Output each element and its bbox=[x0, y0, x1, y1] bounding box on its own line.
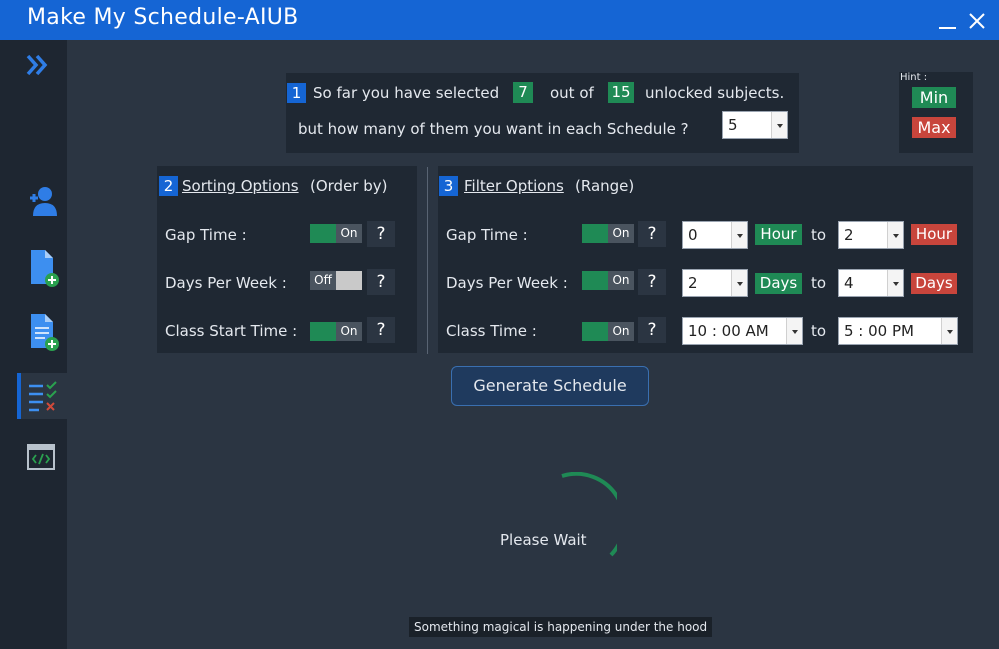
gap-time-max-select[interactable]: 2 bbox=[838, 221, 904, 249]
subjects-per-schedule-value: 5 bbox=[728, 116, 738, 134]
range-to-label: to bbox=[811, 322, 827, 340]
gap-time-min-select[interactable]: 0 bbox=[682, 221, 748, 249]
sidebar bbox=[0, 40, 67, 649]
selection-middle: out of bbox=[550, 84, 594, 102]
sort-days-per-week-toggle[interactable]: Off bbox=[310, 271, 362, 290]
class-time-start-select[interactable]: 10 : 00 AM bbox=[682, 317, 803, 345]
hint-label: Hint : bbox=[900, 72, 928, 83]
sort-gap-time-label: Gap Time : bbox=[165, 226, 247, 244]
selection-suffix: unlocked subjects. bbox=[645, 84, 785, 102]
sidebar-item-code[interactable] bbox=[17, 436, 67, 482]
new-document-icon bbox=[31, 250, 59, 287]
sidebar-item-add-student[interactable] bbox=[17, 178, 67, 224]
filter-class-time-toggle[interactable]: On bbox=[582, 322, 634, 341]
class-time-end-select[interactable]: 5 : 00 PM bbox=[838, 317, 958, 345]
chevron-down-icon bbox=[731, 222, 747, 248]
days-per-week-min-value: 2 bbox=[688, 274, 698, 292]
days-per-week-min-unit: Days bbox=[755, 273, 802, 294]
status-note: Something magical is happening under the… bbox=[409, 617, 713, 637]
sort-gap-time-help-button[interactable]: ? bbox=[367, 221, 395, 247]
sorting-options-title[interactable]: Sorting Options bbox=[182, 177, 299, 195]
add-user-icon bbox=[30, 187, 57, 216]
chevron-down-icon bbox=[887, 270, 903, 296]
chevron-down-icon bbox=[941, 318, 957, 344]
filter-class-time-help-button[interactable]: ? bbox=[638, 317, 666, 343]
filter-days-per-week-help-button[interactable]: ? bbox=[638, 269, 666, 295]
sorting-options-subtitle: (Order by) bbox=[310, 177, 388, 195]
sort-class-start-time-help-button[interactable]: ? bbox=[367, 317, 395, 343]
section-number: 1 bbox=[287, 83, 306, 103]
filter-options-panel: 3 Filter Options (Range) Gap Time : On ?… bbox=[438, 166, 973, 353]
filter-options-title[interactable]: Filter Options bbox=[464, 177, 564, 195]
filter-class-time-label: Class Time : bbox=[446, 322, 537, 340]
total-count: 15 bbox=[608, 82, 634, 103]
minimize-button[interactable] bbox=[936, 10, 958, 32]
chevron-down-icon bbox=[771, 112, 787, 138]
days-per-week-min-select[interactable]: 2 bbox=[682, 269, 748, 297]
gap-time-max-value: 2 bbox=[844, 226, 854, 244]
range-to-label: to bbox=[811, 226, 827, 244]
days-per-week-max-value: 4 bbox=[844, 274, 854, 292]
filter-days-per-week-label: Days Per Week : bbox=[446, 274, 568, 292]
generate-schedule-button[interactable]: Generate Schedule bbox=[451, 366, 649, 406]
sidebar-item-new-file[interactable] bbox=[17, 242, 67, 288]
class-time-end-value: 5 : 00 PM bbox=[844, 322, 914, 340]
hint-min-badge: Min bbox=[912, 87, 956, 108]
window-title: Make My Schedule-AIUB bbox=[27, 5, 299, 30]
close-icon bbox=[969, 13, 985, 29]
filter-days-per-week-toggle[interactable]: On bbox=[582, 271, 634, 290]
class-time-start-value: 10 : 00 AM bbox=[688, 322, 769, 340]
subjects-per-schedule-select[interactable]: 5 bbox=[722, 111, 788, 139]
days-per-week-max-select[interactable]: 4 bbox=[838, 269, 904, 297]
hint-max-badge: Max bbox=[912, 117, 956, 138]
section-number: 3 bbox=[439, 176, 458, 196]
chevron-down-icon bbox=[786, 318, 802, 344]
close-button[interactable] bbox=[966, 10, 988, 32]
days-per-week-max-unit: Days bbox=[911, 273, 957, 294]
gap-time-min-unit: Hour bbox=[755, 224, 802, 245]
gap-time-max-unit: Hour bbox=[911, 224, 957, 245]
filter-gap-time-label: Gap Time : bbox=[446, 226, 528, 244]
double-chevron-right-icon bbox=[26, 54, 48, 76]
section-divider bbox=[427, 167, 428, 354]
sort-class-start-time-toggle[interactable]: On bbox=[310, 322, 362, 341]
sort-class-start-time-label: Class Start Time : bbox=[165, 322, 298, 340]
gap-time-min-value: 0 bbox=[688, 226, 698, 244]
selected-count: 7 bbox=[513, 82, 533, 103]
sidebar-item-add-document[interactable] bbox=[17, 306, 67, 352]
sidebar-expand-button[interactable] bbox=[22, 48, 62, 88]
checklist-icon bbox=[29, 381, 57, 412]
code-window-icon bbox=[27, 444, 55, 470]
filter-options-subtitle: (Range) bbox=[575, 177, 635, 195]
sort-days-per-week-help-button[interactable]: ? bbox=[367, 269, 395, 295]
title-bar: Make My Schedule-AIUB bbox=[0, 0, 999, 40]
add-document-icon bbox=[31, 314, 59, 351]
filter-gap-time-help-button[interactable]: ? bbox=[638, 221, 666, 247]
sorting-options-panel: 2 Sorting Options (Order by) Gap Time : … bbox=[157, 166, 417, 353]
sort-gap-time-toggle[interactable]: On bbox=[310, 224, 362, 243]
range-to-label: to bbox=[811, 274, 827, 292]
section-number: 2 bbox=[159, 176, 178, 196]
sidebar-item-schedule-options[interactable] bbox=[17, 373, 67, 419]
selection-prefix: So far you have selected bbox=[313, 84, 500, 102]
sort-days-per-week-label: Days Per Week : bbox=[165, 274, 287, 292]
chevron-down-icon bbox=[731, 270, 747, 296]
minimize-icon bbox=[939, 27, 956, 29]
loading-text: Please Wait bbox=[500, 531, 587, 549]
filter-gap-time-toggle[interactable]: On bbox=[582, 224, 634, 243]
selection-panel: 1 So far you have selected 7 out of 15 u… bbox=[286, 73, 799, 153]
selection-question: but how many of them you want in each Sc… bbox=[298, 120, 689, 138]
hint-panel: Hint : Min Max bbox=[899, 72, 973, 153]
chevron-down-icon bbox=[887, 222, 903, 248]
